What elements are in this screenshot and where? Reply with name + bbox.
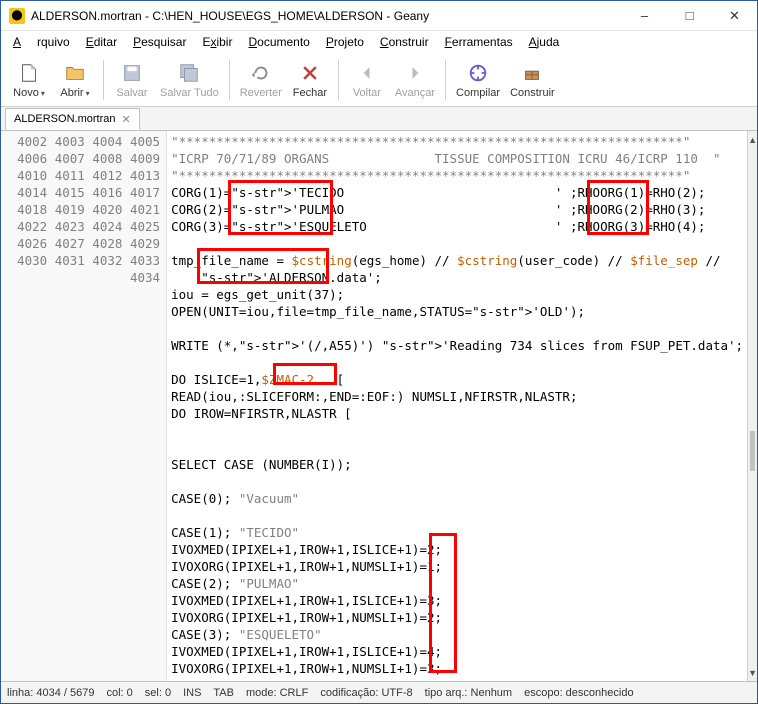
status-sel: sel: 0 bbox=[145, 687, 171, 699]
statusbar: linha: 4034 / 5679 col: 0 sel: 0 INS TAB… bbox=[1, 681, 757, 703]
menu-exibir[interactable]: Exibir bbox=[194, 33, 240, 51]
revert-icon bbox=[249, 61, 273, 85]
menu-ajuda[interactable]: Ajuda bbox=[521, 33, 568, 51]
forward-button[interactable]: Avançar bbox=[391, 56, 439, 104]
arrow-left-icon bbox=[355, 61, 379, 85]
menu-pesquisar[interactable]: Pesquisar bbox=[125, 33, 194, 51]
compile-button[interactable]: Compilar bbox=[452, 56, 504, 104]
titlebar: ⬤ ALDERSON.mortran - C:\HEN_HOUSE\EGS_HO… bbox=[1, 1, 757, 31]
menu-construir[interactable]: Construir bbox=[372, 33, 437, 51]
save-all-icon bbox=[177, 61, 201, 85]
minimize-button[interactable]: – bbox=[622, 1, 667, 31]
build-button[interactable]: Construir bbox=[506, 56, 559, 104]
maximize-button[interactable]: □ bbox=[667, 1, 712, 31]
status-encoding[interactable]: codificação: UTF-8 bbox=[320, 687, 412, 699]
status-tab[interactable]: TAB bbox=[213, 687, 234, 699]
code-area[interactable]: "***************************************… bbox=[167, 131, 747, 681]
compile-icon bbox=[466, 61, 490, 85]
annotation-box bbox=[587, 180, 649, 235]
menu-editar[interactable]: Editar bbox=[78, 33, 125, 51]
save-icon bbox=[120, 61, 144, 85]
open-button[interactable]: Abrir▾ bbox=[53, 56, 97, 104]
menubar: Arquivo Editar Pesquisar Exibir Document… bbox=[1, 31, 757, 53]
menu-ferramentas[interactable]: Ferramentas bbox=[437, 33, 521, 51]
save-button[interactable]: Salvar bbox=[110, 56, 154, 104]
close-icon bbox=[298, 61, 322, 85]
scroll-thumb[interactable] bbox=[750, 431, 755, 471]
tab-strip: ALDERSON.mortran ✕ bbox=[1, 107, 757, 131]
folder-open-icon bbox=[63, 61, 87, 85]
arrow-right-icon bbox=[403, 61, 427, 85]
toolbar: Novo▾ Abrir▾ Salvar Salvar Tudo Reverter… bbox=[1, 53, 757, 107]
window-title: ALDERSON.mortran - C:\HEN_HOUSE\EGS_HOME… bbox=[31, 9, 622, 23]
editor: 4002 4003 4004 4005 4006 4007 4008 4009 … bbox=[1, 131, 757, 681]
revert-button[interactable]: Reverter bbox=[236, 56, 286, 104]
tab-label: ALDERSON.mortran bbox=[14, 113, 115, 125]
status-scope: escopo: desconhecido bbox=[524, 687, 633, 699]
file-new-icon bbox=[17, 61, 41, 85]
scroll-up-icon[interactable]: ▲ bbox=[748, 131, 757, 148]
status-line: linha: 4034 / 5679 bbox=[7, 687, 94, 699]
scroll-down-icon[interactable]: ▼ bbox=[748, 664, 757, 681]
status-mode[interactable]: mode: CRLF bbox=[246, 687, 308, 699]
annotation-box bbox=[429, 533, 457, 673]
save-all-button[interactable]: Salvar Tudo bbox=[156, 56, 223, 104]
tab-alderson[interactable]: ALDERSON.mortran ✕ bbox=[5, 108, 140, 130]
build-icon bbox=[520, 61, 544, 85]
close-button[interactable]: ✕ bbox=[712, 1, 757, 31]
tab-close-icon[interactable]: ✕ bbox=[121, 113, 130, 126]
app-icon: ⬤ bbox=[9, 8, 25, 24]
close-file-button[interactable]: Fechar bbox=[288, 56, 332, 104]
status-col: col: 0 bbox=[106, 687, 132, 699]
status-filetype[interactable]: tipo arq.: Nenhum bbox=[425, 687, 512, 699]
back-button[interactable]: Voltar bbox=[345, 56, 389, 104]
menu-projeto[interactable]: Projeto bbox=[318, 33, 372, 51]
line-gutter: 4002 4003 4004 4005 4006 4007 4008 4009 … bbox=[1, 131, 167, 681]
menu-arquivo[interactable]: Arquivo bbox=[5, 33, 78, 51]
new-button[interactable]: Novo▾ bbox=[7, 56, 51, 104]
vertical-scrollbar[interactable]: ▲ ▼ bbox=[747, 131, 757, 681]
menu-documento[interactable]: Documento bbox=[240, 33, 317, 51]
status-ins[interactable]: INS bbox=[183, 687, 201, 699]
